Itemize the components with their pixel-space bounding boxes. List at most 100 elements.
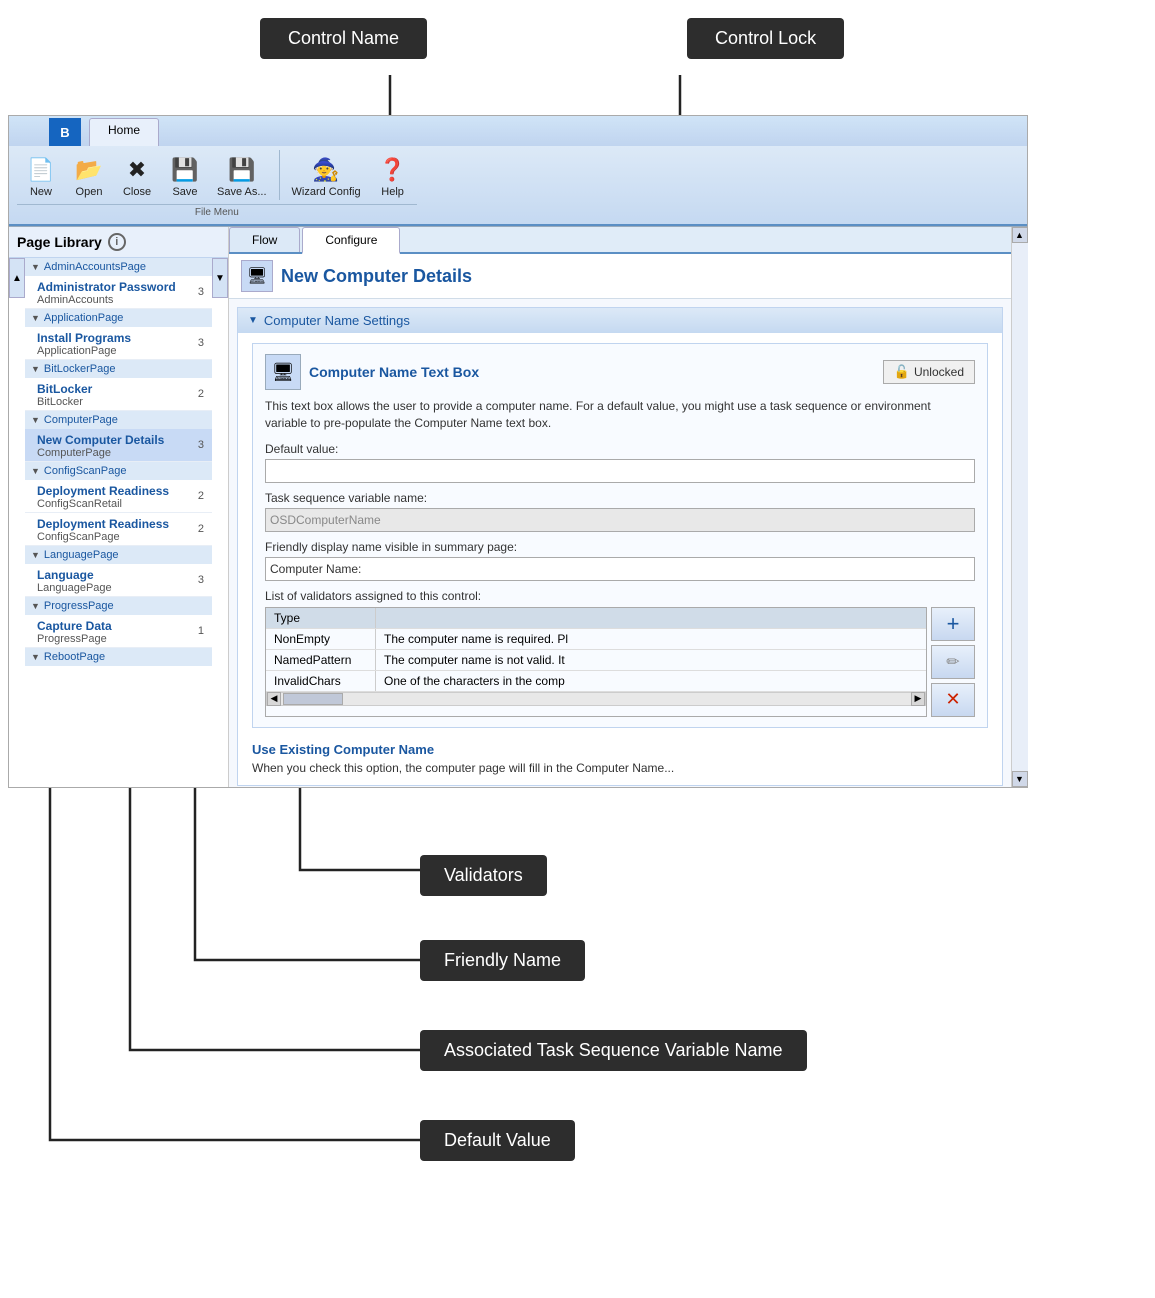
validator-desc: One of the characters in the comp: [376, 671, 926, 691]
close-icon: ✖: [121, 154, 153, 186]
sidebar-info-icon[interactable]: i: [108, 233, 126, 251]
validators-label: List of validators assigned to this cont…: [265, 589, 975, 603]
scroll-up-arrow[interactable]: ▲: [1012, 227, 1028, 243]
save-as-icon: 💾: [226, 154, 258, 186]
scroll-track[interactable]: [1012, 243, 1028, 771]
section-header-computer-name[interactable]: ▼ Computer Name Settings: [238, 308, 1002, 333]
scroll-right-arrow[interactable]: ▶: [911, 692, 925, 706]
sidebar-item-deployment-readiness-1[interactable]: Deployment Readiness ConfigScanRetail 2: [25, 480, 212, 513]
sidebar-group-configscan[interactable]: ▼ ConfigScanPage: [25, 462, 212, 480]
control-item-computer-name-textbox: 🖥 Computer Name Text Box 🔓 Unlocked This…: [252, 343, 988, 728]
tab-configure[interactable]: Configure: [302, 227, 400, 254]
sidebar-group-progress[interactable]: ▼ ProgressPage: [25, 597, 212, 615]
lock-state-label: Unlocked: [914, 365, 964, 379]
control-title-area: 🖥 Computer Name Text Box: [265, 354, 479, 390]
new-icon: 📄: [25, 154, 57, 186]
control-name-label: Computer Name Text Box: [309, 364, 479, 380]
sidebar-group-bitlocker[interactable]: ▼ BitLockerPage: [25, 360, 212, 378]
scrollbar-thumb[interactable]: [283, 693, 343, 705]
help-icon: ❓: [377, 154, 409, 186]
sidebar-scroll-area: ▲ ▼ AdminAccountsPage Administrator Pass…: [9, 258, 228, 666]
use-existing-description: When you check this option, the computer…: [252, 761, 988, 775]
sidebar-scroll-up[interactable]: ▲: [9, 258, 25, 298]
scroll-down-arrow[interactable]: ▼: [1012, 771, 1028, 787]
sidebar-item-admin-password[interactable]: Administrator Password AdminAccounts 3: [25, 276, 212, 309]
validators-list: Type NonEmpty The computer name is requi…: [265, 607, 927, 717]
sidebar-item-new-computer-details[interactable]: New Computer Details ComputerPage 3: [25, 429, 212, 462]
sidebar: Page Library i ▲ ▼ AdminAccountsPage Adm…: [9, 227, 229, 787]
validator-row-namedpattern[interactable]: NamedPattern The computer name is not va…: [266, 650, 926, 671]
save-icon: 💾: [169, 154, 201, 186]
sidebar-content: ▼ AdminAccountsPage Administrator Passwo…: [25, 258, 212, 666]
tab-home[interactable]: Home: [89, 118, 159, 146]
control-item-header: 🖥 Computer Name Text Box 🔓 Unlocked: [265, 354, 975, 390]
default-value-input[interactable]: [265, 459, 975, 483]
panel-title-bar: 🖥 New Computer Details: [229, 254, 1011, 299]
main-area: Page Library i ▲ ▼ AdminAccountsPage Adm…: [9, 227, 1027, 787]
right-panel: Flow Configure 🖥 New Computer Details ▼ …: [229, 227, 1011, 787]
scroll-left-arrow[interactable]: ◀: [267, 692, 281, 706]
default-value-label: Default value:: [265, 442, 975, 456]
sidebar-item-deployment-readiness-2[interactable]: Deployment Readiness ConfigScanPage 2: [25, 513, 212, 546]
new-button[interactable]: 📄 New: [17, 150, 65, 202]
control-description: This text box allows the user to provide…: [265, 398, 975, 432]
save-button[interactable]: 💾 Save: [161, 150, 209, 202]
sidebar-item-language[interactable]: Language LanguagePage 3: [25, 564, 212, 597]
validator-row-invalidchars[interactable]: InvalidChars One of the characters in th…: [266, 671, 926, 692]
control-lock-annotation: Control Lock: [687, 18, 844, 59]
sidebar-scroll-down[interactable]: ▼: [212, 258, 228, 298]
ribbon-tabs: B Home: [9, 116, 1027, 146]
toolbar-group-files: 📄 New 📂 Open ✖ Close 💾 Save: [17, 150, 417, 220]
wizard-icon: 🧙: [310, 154, 342, 186]
validator-row-nonempty[interactable]: NonEmpty The computer name is required. …: [266, 629, 926, 650]
toolbar: 📄 New 📂 Open ✖ Close 💾 Save: [9, 146, 1027, 226]
sidebar-item-install-programs[interactable]: Install Programs ApplicationPage 3: [25, 327, 212, 360]
right-panel-container: Flow Configure 🖥 New Computer Details ▼ …: [229, 227, 1027, 787]
task-sequence-annotation: Associated Task Sequence Variable Name: [420, 1030, 807, 1071]
validators-scrollbar-h[interactable]: ◀ ▶: [266, 692, 926, 706]
panel-title: New Computer Details: [281, 266, 472, 287]
validator-desc: The computer name is required. Pl: [376, 629, 926, 649]
lock-icon: 🔓: [894, 364, 910, 380]
friendly-name-input[interactable]: [265, 557, 975, 581]
wizard-config-button[interactable]: 🧙 Wizard Config: [284, 150, 369, 202]
edit-validator-button[interactable]: ✏: [931, 645, 975, 679]
close-button[interactable]: ✖ Close: [113, 150, 161, 202]
panel-tabs: Flow Configure: [229, 227, 1011, 254]
tab-flow[interactable]: Flow: [229, 227, 300, 252]
help-button[interactable]: ❓ Help: [369, 150, 417, 202]
control-name-annotation: Control Name: [260, 18, 427, 59]
default-value-annotation: Default Value: [420, 1120, 575, 1161]
friendly-label: Friendly display name visible in summary…: [265, 540, 975, 554]
save-as-button[interactable]: 💾 Save As...: [209, 150, 275, 202]
sidebar-header: Page Library i: [9, 227, 228, 258]
add-validator-button[interactable]: +: [931, 607, 975, 641]
sidebar-item-capture-data[interactable]: Capture Data ProgressPage 1: [25, 615, 212, 648]
open-button[interactable]: 📂 Open: [65, 150, 113, 202]
validator-type: InvalidChars: [266, 671, 376, 691]
validators-desc-header: [376, 608, 926, 628]
sidebar-group-admin-accounts[interactable]: ▼ AdminAccountsPage: [25, 258, 212, 276]
sidebar-group-reboot[interactable]: ▼ RebootPage: [25, 648, 212, 666]
open-icon: 📂: [73, 154, 105, 186]
friendly-name-annotation: Friendly Name: [420, 940, 585, 981]
toolbar-divider: [279, 150, 280, 200]
sidebar-item-bitlocker[interactable]: BitLocker BitLocker 2: [25, 378, 212, 411]
task-seq-input: [265, 508, 975, 532]
sidebar-group-language[interactable]: ▼ LanguagePage: [25, 546, 212, 564]
ribbon: B Home 📄 New 📂 Open ✖ Close: [9, 116, 1027, 227]
panel-title-icon: 🖥: [241, 260, 273, 292]
control-item-icon: 🖥: [265, 354, 301, 390]
delete-validator-button[interactable]: ✕: [931, 683, 975, 717]
sidebar-group-application[interactable]: ▼ ApplicationPage: [25, 309, 212, 327]
validator-desc: The computer name is not valid. It: [376, 650, 926, 670]
computer-name-settings-section: ▼ Computer Name Settings 🖥 Computer Name…: [237, 307, 1003, 786]
sidebar-group-computer[interactable]: ▼ ComputerPage: [25, 411, 212, 429]
lock-badge[interactable]: 🔓 Unlocked: [883, 360, 975, 384]
use-existing-computer-name-link[interactable]: Use Existing Computer Name: [252, 736, 988, 761]
validator-type: NonEmpty: [266, 629, 376, 649]
validators-container: Type NonEmpty The computer name is requi…: [265, 607, 975, 717]
sidebar-title: Page Library: [17, 234, 102, 250]
app-logo-icon: B: [49, 118, 81, 146]
task-seq-label: Task sequence variable name:: [265, 491, 975, 505]
